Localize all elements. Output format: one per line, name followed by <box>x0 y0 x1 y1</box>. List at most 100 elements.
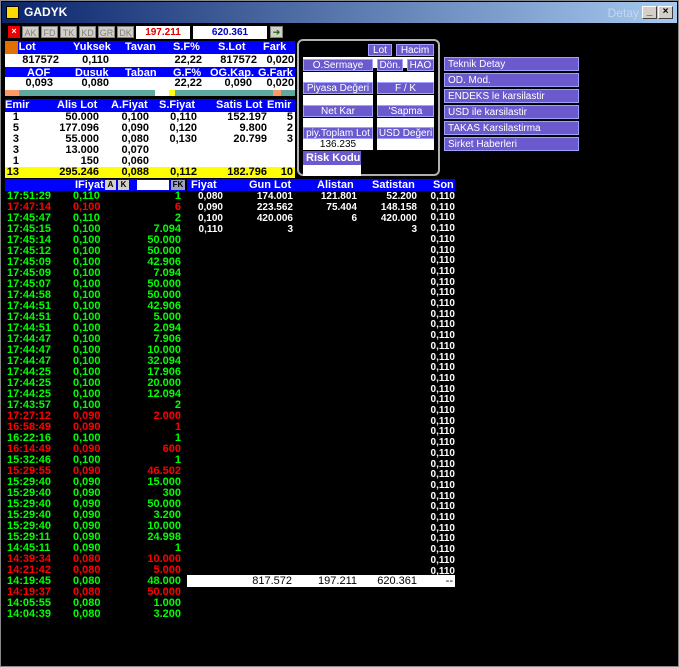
order-total-cell: 182.796 <box>227 166 267 178</box>
son-price: 0,110 <box>430 340 455 352</box>
depth-cell: 174.001 <box>256 191 293 202</box>
trade-row[interactable]: 14:04:39 0,080 3.200 <box>5 609 181 620</box>
tab-fd[interactable]: FD <box>41 26 58 38</box>
sort-a-button[interactable]: A <box>105 180 116 190</box>
son-price: 0,110 <box>430 554 455 566</box>
detail-panel: Lot Hacim O.Sermaye Dön. HAO Piyasa Değe… <box>297 39 440 176</box>
sort-k-button[interactable]: K <box>118 180 129 190</box>
piyasa-degeri-button[interactable]: Piyasa Değeri <box>303 82 373 94</box>
arrow-right-icon[interactable]: ➔ <box>270 26 283 38</box>
son-price: 0,110 <box>430 255 455 267</box>
order-book: 1 50.000 0,100 0,110 152.197 5 5 177.096 0,090 0,… <box>5 112 295 178</box>
son-price: 0,110 <box>430 308 455 320</box>
depth-row[interactable]: 0,080 174.001 121.801 52.200 <box>187 191 417 202</box>
header-gun-lot: Gun Lot <box>249 179 292 191</box>
main-window: GADYK Detay _ × × AK FD TK KD GR DK 197.… <box>0 0 679 667</box>
piy-toplam-lot-button[interactable]: piy.Toplam Lot <box>303 127 373 139</box>
risk-kodu-label[interactable]: Risk Kodu <box>303 151 361 165</box>
header-slot: S.Lot <box>218 41 246 53</box>
risk-kodu-value <box>303 165 361 176</box>
value-gf: 22,22 <box>174 77 202 89</box>
depth-cell: 420.000 <box>380 213 417 224</box>
menu-endeks-karsilastir[interactable]: ENDEKS le karsilastir <box>444 89 579 103</box>
depth-totals: 817.572 197.211 620.361 -- <box>187 575 455 587</box>
order-total-cell: 10 <box>280 166 293 178</box>
menu-od-mod[interactable]: OD. Mod. <box>444 73 579 87</box>
value-fark: 0,020 <box>266 54 294 66</box>
usd-degeri-button[interactable]: USD Değeri <box>377 127 434 139</box>
header-satistan: Satistan <box>372 179 415 191</box>
depth-cell: 121.801 <box>320 191 357 202</box>
toolbar: × AK FD TK KD GR DK 197.211 620.361 ➔ <box>2 25 678 39</box>
header-son: Son <box>433 179 454 191</box>
value-aof: 0,093 <box>25 77 53 89</box>
value-sf: 22,22 <box>174 54 202 66</box>
menu-usd-karsilastir[interactable]: USD ile karsilastir <box>444 105 579 119</box>
order-cell: 3 <box>286 133 293 145</box>
son-price: 0,110 <box>430 191 455 202</box>
net-kar-button[interactable]: Net Kar <box>303 105 373 117</box>
sapma-button[interactable]: 'Sapma <box>377 105 434 117</box>
detail-label: Detay <box>607 6 639 20</box>
son-price: 0,110 <box>430 501 455 513</box>
menu-sirket-haberleri[interactable]: Sirket Haberleri <box>444 137 579 151</box>
tab-dk[interactable]: DK <box>117 26 134 38</box>
info-icon[interactable] <box>5 41 18 54</box>
value-slot: 817572 <box>220 54 257 66</box>
depth-cell: 148.158 <box>380 202 417 213</box>
stock-info-values-1: 817572 0,110 22,22 817572 0,020 <box>5 54 295 67</box>
depth-cell: 75.404 <box>326 202 357 213</box>
hacim-button[interactable]: Hacim <box>396 44 434 56</box>
order-row[interactable]: 3 55.000 0,080 0,130 20.799 3 <box>5 134 295 145</box>
son-price: 0,110 <box>430 405 455 416</box>
depth-header: Fiyat Gun Lot Alistan Satistan Son <box>187 179 455 191</box>
order-total-cell: 13 <box>6 166 19 178</box>
depth-row[interactable]: 0,110 3 3 <box>187 224 417 235</box>
son-price: 0,110 <box>430 330 455 342</box>
son-price: 0,110 <box>430 265 455 277</box>
minimize-button[interactable]: _ <box>642 6 657 19</box>
window-title: GADYK <box>24 5 68 19</box>
close-panel-icon[interactable]: × <box>8 26 20 38</box>
price-range-bar <box>5 90 295 96</box>
total-gun-lot: 817.572 <box>252 575 292 587</box>
bar-segment-mid <box>155 90 169 96</box>
bar-segment-left <box>5 90 19 96</box>
tab-gr[interactable]: GR <box>98 26 115 38</box>
depth-cell: 223.562 <box>256 202 293 213</box>
order-total-row: 13 295.246 0,088 0,112 182.796 10 <box>5 167 295 178</box>
tab-kd[interactable]: KD <box>79 26 96 38</box>
lot-button[interactable]: Lot <box>368 44 392 56</box>
tab-tk[interactable]: TK <box>60 26 77 38</box>
piy-toplam-lot-value: 136.235 <box>303 139 373 150</box>
don-button[interactable]: Dön. <box>377 59 403 71</box>
son-price: 0,110 <box>430 426 455 438</box>
fk-button[interactable]: F / K <box>377 82 434 94</box>
hao-button[interactable]: HAO <box>407 59 434 71</box>
fk-toggle-button[interactable]: FK <box>171 180 185 190</box>
osermaye-button[interactable]: O.Sermaye <box>303 59 373 71</box>
value-ogkap: 0,090 <box>224 77 252 89</box>
menu-teknik-detay[interactable]: Teknik Detay <box>444 57 579 71</box>
son-price: 0,110 <box>430 201 455 213</box>
depth-cell: 52.200 <box>386 191 417 202</box>
son-price: 0,110 <box>430 383 455 395</box>
depth-row[interactable]: 0,090 223.562 75.404 148.158 <box>187 202 417 213</box>
tab-ak[interactable]: AK <box>22 26 39 38</box>
value-dusuk: 0,080 <box>81 77 109 89</box>
trades-filter-input[interactable] <box>137 180 169 190</box>
header-sf: S.F% <box>173 41 200 53</box>
order-cell: 20.799 <box>233 133 267 145</box>
depth-cell: 3 <box>411 224 417 235</box>
title-bar[interactable]: GADYK Detay _ × <box>2 2 677 23</box>
header-alistan: Alistan <box>317 179 354 191</box>
order-total-cell: 295.246 <box>59 166 99 178</box>
order-total-cell: 0,112 <box>170 166 197 178</box>
selling-volume: 197.211 <box>136 26 190 39</box>
son-price: 0,110 <box>430 458 455 470</box>
order-row[interactable]: 3 13.000 0,070 <box>5 145 295 156</box>
order-cell: 0,130 <box>169 133 197 145</box>
close-icon[interactable]: × <box>658 6 673 19</box>
menu-takas-karsilastirma[interactable]: TAKAS Karsilastirma <box>444 121 579 135</box>
depth-row[interactable]: 0,100 420.006 6 420.000 <box>187 213 417 224</box>
